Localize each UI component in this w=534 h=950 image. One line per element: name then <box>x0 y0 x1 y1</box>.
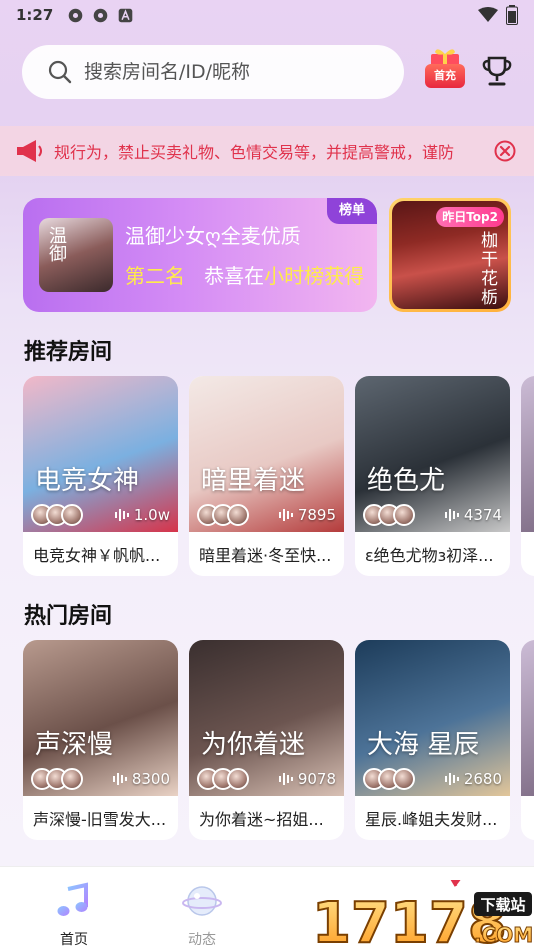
avatar <box>227 768 249 790</box>
close-icon[interactable] <box>494 140 516 162</box>
status-bar: 1:27 <box>0 0 534 30</box>
room-card[interactable]: 为你着迷 9078 为你着迷~招姐... <box>189 640 344 840</box>
sound-wave-icon <box>278 773 293 785</box>
site-watermark: 17178 下载站 .COM <box>310 755 534 950</box>
yesterday-top-image: 昨日Top2 枷干花栃 <box>392 201 508 309</box>
notice-text: 规行为，禁止买卖礼物、色情交易等，并提高警戒，谨防 <box>54 143 455 162</box>
sound-wave-icon <box>112 773 127 785</box>
room-card[interactable] <box>521 640 534 840</box>
search-icon <box>48 60 72 84</box>
sound-wave-icon <box>278 509 293 521</box>
section-title-hot: 热门房间 <box>24 604 113 629</box>
yesterday-top-name: 枷干花栃 <box>477 231 497 307</box>
room-count-value: 8300 <box>131 770 170 788</box>
room-cover <box>521 640 534 796</box>
app-a-icon <box>119 8 133 22</box>
room-cover-title: 暗里着迷 <box>201 466 306 496</box>
watermark-suffix: .COM <box>474 923 533 947</box>
room-listener-count: 2680 <box>444 770 502 788</box>
watermark-logo: 17178 下载站 .COM <box>311 755 534 950</box>
rank-message: 第二名 恭喜在小时榜获得 <box>125 260 364 289</box>
avatar <box>61 768 83 790</box>
avatar <box>393 504 415 526</box>
room-card[interactable]: 绝色尤 4374 ε绝色尤物з初泽... <box>355 376 510 576</box>
room-cover-title: 电竞女神 <box>35 466 140 496</box>
room-listener-count: 1.0w <box>114 506 170 524</box>
room-cover <box>521 376 534 532</box>
notice-bar: 规行为，禁止买卖礼物、色情交易等，并提高警戒，谨防 <box>0 126 534 176</box>
app-notification-icon <box>94 8 108 22</box>
planet-icon <box>182 886 222 916</box>
yesterday-top-tag: 昨日Top2 <box>436 207 504 227</box>
room-count-value: 7895 <box>297 506 336 524</box>
megaphone-icon <box>17 140 42 162</box>
rank-tag: 榜单 <box>327 198 377 224</box>
avatar <box>61 504 83 526</box>
room-member-avatars <box>31 504 83 526</box>
room-member-avatars <box>197 768 249 790</box>
rank-avatar-text: 温御 <box>46 226 67 262</box>
music-note-icon <box>57 882 88 916</box>
rank-list-name: 小时榜获得 <box>264 264 365 288</box>
room-card[interactable]: 电竞女神 1.0w 电竞女神￥帆帆... <box>23 376 178 576</box>
room-name: ε绝色尤物з初泽... <box>365 546 494 565</box>
first-recharge-label: 首充 <box>425 64 465 88</box>
rank-banner[interactable]: 温御 温御少女ღ全麦优质 第二名 恭喜在小时榜获得 榜单 <box>23 198 377 312</box>
rank-room-name: 温御少女ღ全麦优质 <box>125 224 301 248</box>
avatar <box>227 504 249 526</box>
room-name: 星辰.峰姐夫发财... <box>365 810 498 829</box>
room-card[interactable]: 声深慢 8300 声深慢-旧雪发大... <box>23 640 178 840</box>
room-card[interactable] <box>521 376 534 576</box>
app-notification-icon <box>69 8 83 22</box>
room-name: 声深慢-旧雪发大... <box>33 810 167 829</box>
room-count-value: 1.0w <box>133 506 170 524</box>
room-count-value: 4374 <box>463 506 502 524</box>
tab-home-label: 首页 <box>60 932 88 948</box>
watermark-tag: 下载站 <box>480 896 525 914</box>
battery-icon <box>506 5 518 25</box>
room-listener-count: 8300 <box>112 770 170 788</box>
room-cover-title: 绝色尤 <box>367 466 446 496</box>
status-time: 1:27 <box>16 6 54 24</box>
room-cover-title: 为你着迷 <box>201 730 306 760</box>
tab-home[interactable]: 首页 <box>34 881 114 949</box>
recommended-room-list: 电竞女神 1.0w 电竞女神￥帆帆... 暗里着迷 7895 暗里着迷·冬至快... 绝色尤… <box>23 376 534 576</box>
tab-moments[interactable]: 动态 <box>162 881 242 949</box>
room-listener-count: 9078 <box>278 770 336 788</box>
room-member-avatars <box>31 768 83 790</box>
sound-wave-icon <box>444 773 459 785</box>
yesterday-top-card[interactable]: 昨日Top2 枷干花栃 <box>389 198 511 312</box>
room-name: 为你着迷~招姐... <box>199 810 324 829</box>
sound-wave-icon <box>114 509 129 521</box>
tab-moments-label: 动态 <box>188 932 216 948</box>
wifi-icon <box>478 7 498 22</box>
room-listener-count: 7895 <box>278 506 336 524</box>
trophy-icon[interactable] <box>480 54 514 88</box>
room-member-avatars <box>363 504 415 526</box>
room-member-avatars <box>197 504 249 526</box>
room-count-value: 9078 <box>297 770 336 788</box>
sound-wave-icon <box>444 509 459 521</box>
room-member-avatars <box>363 768 415 790</box>
rank-position: 第二名 <box>125 264 185 288</box>
room-listener-count: 4374 <box>444 506 502 524</box>
header-bar: 首充 <box>22 44 514 100</box>
hot-room-list: 声深慢 8300 声深慢-旧雪发大... 为你着迷 9078 为你着迷~招姐... 大海 星… <box>23 640 534 840</box>
rank-congrats: 恭喜在 <box>204 264 265 288</box>
search-input[interactable] <box>84 61 374 83</box>
room-card[interactable]: 暗里着迷 7895 暗里着迷·冬至快... <box>189 376 344 576</box>
section-title-recommended: 推荐房间 <box>24 340 113 365</box>
room-name: 电竞女神￥帆帆... <box>33 546 161 565</box>
room-count-value: 2680 <box>463 770 502 788</box>
room-cover-title: 声深慢 <box>35 730 114 760</box>
room-card[interactable]: 大海 星辰 2680 星辰.峰姐夫发财... <box>355 640 510 840</box>
search-box[interactable] <box>22 45 404 99</box>
room-cover-title: 大海 星辰 <box>367 730 480 760</box>
room-name: 暗里着迷·冬至快... <box>199 546 332 565</box>
avatar <box>393 768 415 790</box>
first-recharge-button[interactable]: 首充 <box>425 49 465 90</box>
